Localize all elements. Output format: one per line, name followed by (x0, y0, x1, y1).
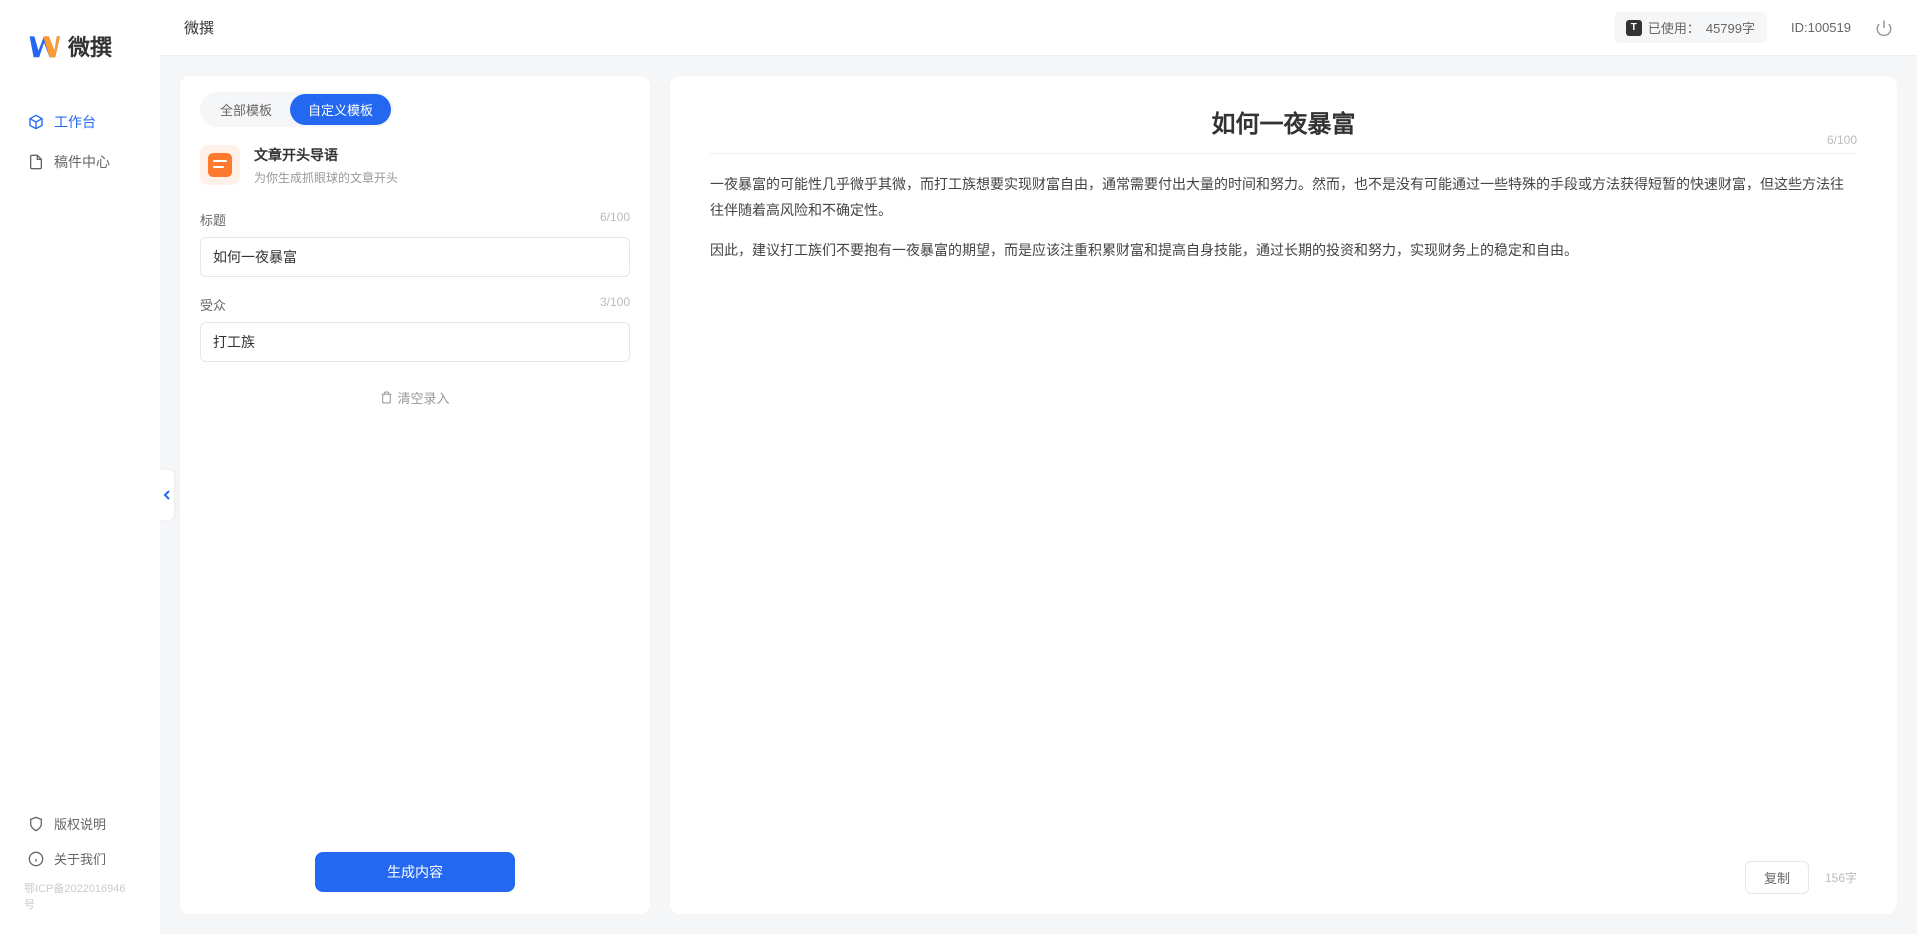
audience-label: 受众 (200, 295, 226, 314)
sidebar-item-drafts[interactable]: 稿件中心 (0, 142, 160, 182)
shield-icon (28, 816, 44, 832)
collapse-handle[interactable] (160, 470, 174, 520)
template-desc: 为你生成抓眼球的文章开头 (254, 169, 630, 186)
power-icon[interactable] (1875, 19, 1893, 37)
tab-group: 全部模板 自定义模板 (200, 92, 393, 127)
sidebar-item-workspace[interactable]: 工作台 (0, 102, 160, 142)
template-title: 文章开头导语 (254, 145, 630, 165)
logo: 微撰 (0, 30, 160, 62)
output-title: 如何一夜暴富 (710, 104, 1857, 139)
sidebar-item-label: 关于我们 (54, 849, 106, 868)
sidebar-bottom: 版权说明 关于我们 鄂ICP备2022016946号 (0, 806, 160, 934)
cube-icon (28, 114, 44, 130)
title-label: 标题 (200, 210, 226, 229)
sidebar: 微撰 工作台 稿件中心 版权说明 (0, 0, 160, 934)
output-paragraph: 一夜暴富的可能性几乎微乎其微，而打工族想要实现财富自由，通常需要付出大量的时间和… (710, 172, 1857, 224)
output-body: 一夜暴富的可能性几乎微乎其微，而打工族想要实现财富自由，通常需要付出大量的时间和… (710, 172, 1857, 849)
nav-main: 工作台 稿件中心 (0, 102, 160, 806)
logo-text: 微撰 (68, 30, 112, 62)
copy-button[interactable]: 复制 (1745, 861, 1809, 894)
icp-text: 鄂ICP备2022016946号 (0, 876, 160, 922)
app-title: 微撰 (184, 17, 214, 38)
logo-icon (28, 30, 60, 62)
generate-button[interactable]: 生成内容 (315, 852, 515, 892)
info-icon (28, 851, 44, 867)
sidebar-item-label: 版权说明 (54, 814, 106, 833)
sidebar-item-about[interactable]: 关于我们 (0, 841, 160, 876)
tab-custom-template[interactable]: 自定义模板 (290, 94, 391, 125)
tab-all-templates[interactable]: 全部模板 (202, 94, 290, 125)
output-title-count: 6/100 (1827, 133, 1857, 147)
clear-button[interactable]: 清空录入 (380, 388, 449, 407)
text-icon: T (1626, 20, 1642, 36)
template-icon (200, 145, 240, 185)
usage-label: 已使用： (1648, 18, 1700, 37)
usage-value: 45799字 (1706, 18, 1755, 37)
audience-input[interactable] (200, 322, 630, 362)
output-paragraph: 因此，建议打工族们不要抱有一夜暴富的期望，而是应该注重积累财富和提高自身技能，通… (710, 238, 1857, 264)
output-panel: 如何一夜暴富 6/100 一夜暴富的可能性几乎微乎其微，而打工族想要实现财富自由… (670, 76, 1897, 914)
audience-count: 3/100 (600, 295, 630, 314)
sidebar-item-label: 工作台 (54, 112, 96, 132)
trash-icon (380, 391, 393, 404)
document-icon (28, 154, 44, 170)
user-id: ID:100519 (1791, 20, 1851, 35)
title-count: 6/100 (600, 210, 630, 229)
clear-label: 清空录入 (397, 388, 449, 407)
template-card: 文章开头导语 为你生成抓眼球的文章开头 (200, 145, 630, 186)
usage-badge[interactable]: T 已使用： 45799字 (1614, 12, 1767, 43)
word-count: 156字 (1825, 869, 1857, 886)
title-input[interactable] (200, 237, 630, 277)
sidebar-item-label: 稿件中心 (54, 152, 110, 172)
header: 微撰 T 已使用： 45799字 ID:100519 (160, 0, 1917, 56)
sidebar-item-copyright[interactable]: 版权说明 (0, 806, 160, 841)
input-panel: 全部模板 自定义模板 文章开头导语 为你生成抓眼球的文章开头 标题 6/ (180, 76, 650, 914)
